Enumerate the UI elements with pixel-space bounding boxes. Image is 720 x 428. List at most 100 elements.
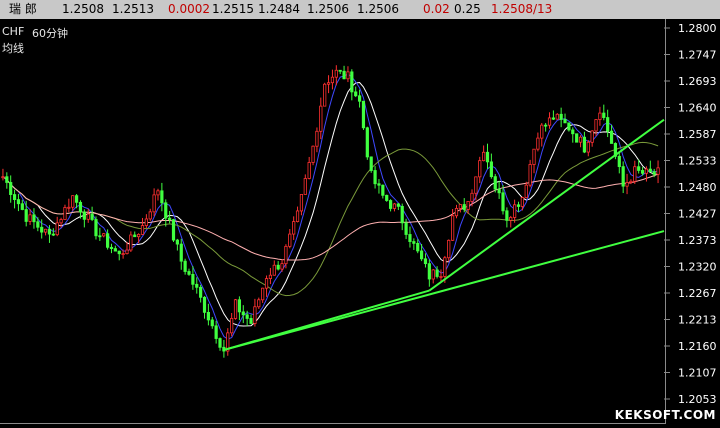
candle-body [606,117,610,132]
candle-body [299,194,304,212]
candle-body [551,117,555,120]
candle-body [416,242,420,252]
y-tick-label: 1.2533 [678,155,717,168]
candle-body [346,71,350,80]
moving-average-line-2 [2,141,659,297]
candle-body [412,241,416,244]
candle-body [544,124,548,127]
candle-body [408,234,412,242]
y-tick-label: 1.2693 [678,75,717,88]
candle-body [369,156,373,171]
candle-body [32,214,36,223]
candle-body [462,204,466,210]
candle-body [214,325,218,339]
candle-body [482,151,486,162]
candle-body [133,234,137,238]
candle-body [590,130,594,143]
candle-body [334,69,338,78]
candle-body [202,296,207,313]
candle-body [598,112,602,120]
candle-body [237,299,242,313]
candle-body [505,210,509,221]
candle-body [365,127,369,158]
candle-body [90,213,94,220]
candle-body [385,194,389,201]
y-tick-label: 1.2267 [678,287,717,300]
candle-body [284,245,288,265]
candle-body [466,201,470,210]
price-chart[interactable]: 1.2800 1.2747 1.2693 1.2640 1.2587 1.2533 1.24… [0,19,720,428]
candle-body [249,318,253,324]
candle-body [497,188,501,194]
candle-body [361,100,366,129]
candle-body [148,211,152,220]
candle-body [195,283,199,288]
candle-body [137,233,141,238]
candle-body [233,299,238,319]
candle-body [179,243,183,262]
chart-area[interactable]: 1.2800 1.2747 1.2693 1.2640 1.2587 1.2533 1.24… [0,19,720,428]
candle-body [78,201,83,213]
candle-body [106,233,110,248]
candle-body [241,311,245,316]
candle-body [292,221,296,235]
candle-body [404,222,408,235]
candle-body [129,234,133,251]
candle-body [609,130,614,144]
y-tick-label: 1.2213 [678,314,717,327]
candle-body [536,137,540,150]
candle-body [485,151,490,163]
candle-body [206,311,210,321]
quote-field-3: 1.2515 [212,2,254,16]
candle-body [493,176,497,190]
candle-body [509,217,513,221]
candle-body [315,130,319,147]
candle-body [144,218,148,226]
candle-body [40,226,44,233]
candle-body [594,119,598,132]
candle-body [644,168,649,174]
candle-body [330,76,335,84]
quote-field-5: 1.2506 [307,2,349,16]
period-label: 60分钟 [32,27,68,40]
candle-body [5,176,9,183]
candle-body [168,217,172,221]
candle-body [51,233,55,236]
candle-body [109,246,114,249]
candle-body [524,184,528,199]
candle-body [563,119,567,124]
candle-body [338,69,342,72]
candle-body [582,136,587,153]
candle-body [520,197,524,207]
candle-body [350,71,354,93]
candle-body [210,319,214,327]
candle-body [276,264,280,270]
candle-body [86,213,90,220]
candle-body [648,168,652,173]
y-tick-label: 1.2747 [678,49,717,62]
candle-body [602,112,606,118]
candle-body [381,184,385,196]
y-tick-label: 1.2800 [678,22,717,35]
symbol-label: CHF [2,25,25,38]
candle-body [625,182,629,187]
moving-average-line-1 [2,73,659,340]
candle-body [55,222,59,236]
candle-body [567,122,571,131]
candle-body [532,148,536,165]
candle-body [575,133,579,143]
quote-field-0: 1.2508 [62,2,104,16]
candle-body [559,113,563,120]
candle-body [303,178,307,195]
candle-body [342,70,346,80]
quote-field-9: 1.2508/13 [491,2,553,16]
candle-body [501,192,505,212]
y-tick-label: 1.2480 [678,181,717,194]
candle-body [439,276,443,278]
candle-body [621,166,625,187]
candle-body [280,263,284,270]
candle-body [264,278,269,289]
candle-body [571,129,575,135]
quote-field-6: 1.2506 [357,2,399,16]
quote-field-1: 1.2513 [112,2,154,16]
